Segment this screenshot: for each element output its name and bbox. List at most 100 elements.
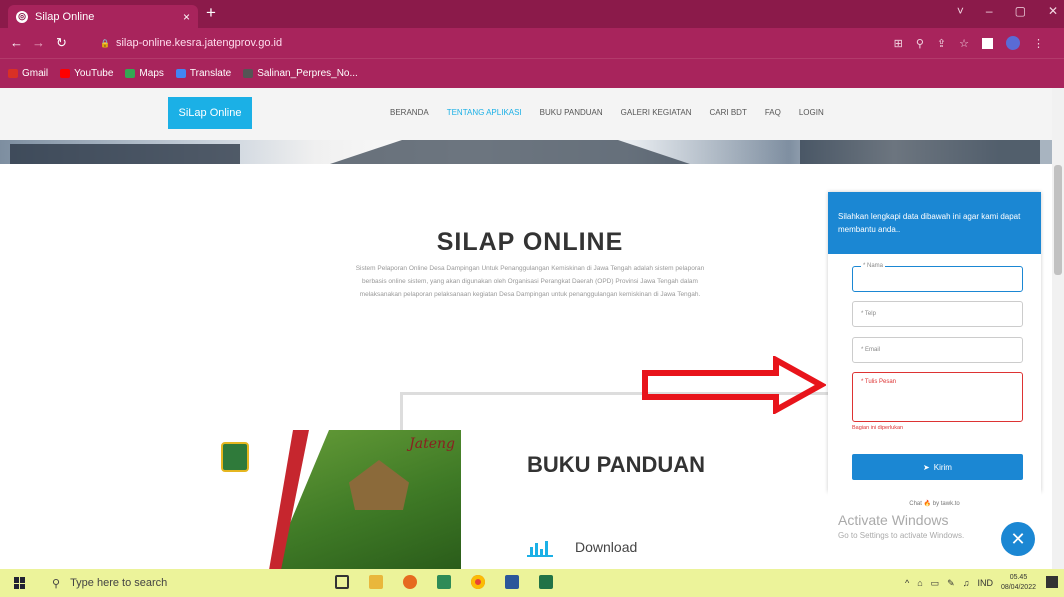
bookmark-item[interactable]: Gmail bbox=[8, 68, 48, 79]
bookmark-icon bbox=[60, 69, 71, 78]
taskbar-apps bbox=[335, 575, 553, 589]
windows-taskbar: ⚲ Type here to search ^ ⌂ ▭ ✎ ♫ IND 05.4… bbox=[0, 569, 1064, 597]
zoom-icon[interactable]: ⚲ bbox=[916, 37, 924, 50]
tab-close-icon[interactable]: × bbox=[183, 10, 190, 24]
window-controls: ˅ – ▢ ✕ bbox=[957, 4, 1058, 18]
url-field[interactable]: 🔒 silap-online.kesra.jatengprov.go.id bbox=[92, 32, 882, 54]
sidepanel-icon[interactable] bbox=[982, 37, 993, 49]
nav-item[interactable]: TENTANG APLIKASI bbox=[447, 108, 522, 117]
date: 08/04/2022 bbox=[1000, 584, 1036, 591]
watermark-title: Activate Windows bbox=[838, 512, 949, 528]
nav-item[interactable]: BUKU PANDUAN bbox=[540, 108, 603, 117]
chat-close-button[interactable]: ✕ bbox=[1001, 522, 1035, 556]
building-graphic bbox=[10, 144, 240, 164]
error-message: Bagian ini diperlukan bbox=[852, 425, 904, 431]
bookmark-label: Translate bbox=[189, 68, 232, 79]
battery-icon[interactable]: ▭ bbox=[931, 578, 940, 589]
bookmark-item[interactable]: YouTube bbox=[60, 68, 113, 79]
bookmarks-bar: Gmail YouTube Maps Translate Salinan_Perpres… bbox=[0, 58, 1064, 88]
tab-search-icon[interactable]: ˅ bbox=[957, 4, 964, 18]
photos-icon[interactable] bbox=[437, 575, 451, 589]
forward-icon[interactable]: → bbox=[32, 35, 45, 50]
bookmark-label: YouTube bbox=[74, 68, 114, 79]
firefox-icon[interactable] bbox=[403, 575, 417, 589]
activate-windows-watermark: Activate Windows Go to Settings to activ… bbox=[838, 512, 964, 540]
app-description: Sistem Pelaporan Online Desa Dampingan U… bbox=[355, 265, 705, 298]
reload-icon[interactable]: ↻ bbox=[56, 35, 67, 51]
new-tab-button[interactable]: + bbox=[206, 3, 216, 23]
message-label: * Tulis Pesan bbox=[861, 379, 897, 385]
language-indicator[interactable]: IND bbox=[977, 578, 993, 588]
word-icon[interactable] bbox=[505, 575, 519, 589]
nav-item[interactable]: BERANDA bbox=[390, 108, 429, 117]
submit-label: Kirim bbox=[933, 462, 952, 472]
bookmark-item[interactable]: Salinan_Perpres_No... bbox=[243, 68, 358, 79]
chrome-icon[interactable] bbox=[471, 575, 485, 589]
minimize-icon[interactable]: – bbox=[986, 4, 993, 18]
form-header: Silahkan lengkapi data dibawah ini agar … bbox=[828, 192, 1041, 254]
bookmark-icon bbox=[125, 69, 136, 78]
message-field[interactable]: * Tulis Pesan bbox=[852, 372, 1023, 422]
page-scrollbar[interactable] bbox=[1052, 88, 1064, 569]
network-icon[interactable]: ⌂ bbox=[917, 578, 922, 588]
phone-field[interactable]: * Telp bbox=[852, 301, 1023, 327]
site-logo[interactable]: SiLap Online bbox=[168, 97, 252, 129]
bookmark-item[interactable]: Maps bbox=[125, 68, 164, 79]
page-title: SILAP ONLINE bbox=[436, 228, 624, 256]
nav-item[interactable]: FAQ bbox=[765, 108, 781, 117]
bookmark-label: Salinan_Perpres_No... bbox=[257, 68, 358, 79]
taskbar-search[interactable]: ⚲ Type here to search bbox=[52, 577, 167, 590]
red-arrow-annotation bbox=[642, 356, 826, 414]
maximize-icon[interactable]: ▢ bbox=[1015, 4, 1026, 18]
notification-icon[interactable] bbox=[1046, 576, 1058, 588]
phone-label: * Telp bbox=[861, 311, 876, 317]
address-actions: ⊞ ⚲ ⇪ ☆ ⋮ bbox=[894, 36, 1044, 50]
bookmark-item[interactable]: Translate bbox=[175, 68, 232, 79]
globe-icon: ◎ bbox=[16, 10, 28, 23]
section-title: BUKU PANDUAN bbox=[527, 452, 706, 477]
email-label: * Email bbox=[861, 347, 881, 353]
province-crest-icon bbox=[221, 442, 249, 472]
browser-tab[interactable]: ◎ Silap Online × bbox=[8, 5, 198, 28]
bookmark-star-icon[interactable]: ☆ bbox=[959, 37, 969, 50]
header-banner-image bbox=[0, 140, 1052, 164]
email-field[interactable]: * Email bbox=[852, 337, 1023, 363]
submit-button[interactable]: ➤ Kirim bbox=[852, 454, 1023, 480]
bookmark-icon bbox=[175, 69, 186, 78]
excel-icon[interactable] bbox=[539, 575, 553, 589]
time: 05.45 bbox=[1009, 574, 1028, 581]
bookmark-label: Gmail bbox=[22, 68, 49, 79]
scrollbar-thumb[interactable] bbox=[1054, 165, 1062, 275]
volume-icon[interactable]: ♫ bbox=[963, 578, 970, 588]
url-text: silap-online.kesra.jatengprov.go.id bbox=[115, 37, 283, 49]
search-icon: ⚲ bbox=[52, 577, 61, 590]
menu-icon[interactable]: ⋮ bbox=[1033, 37, 1044, 50]
tray-chevron-icon[interactable]: ^ bbox=[905, 578, 909, 588]
pen-icon[interactable]: ✎ bbox=[947, 578, 955, 589]
send-icon: ➤ bbox=[923, 462, 930, 472]
tab-title: Silap Online bbox=[35, 10, 95, 23]
download-label: Download bbox=[575, 539, 638, 555]
building-graphic bbox=[330, 140, 690, 164]
windows-start-icon[interactable] bbox=[14, 577, 26, 589]
nav-item[interactable]: GALERI KEGIATAN bbox=[621, 108, 692, 117]
file-explorer-icon[interactable] bbox=[369, 575, 383, 589]
nav-item[interactable]: CARI BDT bbox=[710, 108, 747, 117]
close-window-icon[interactable]: ✕ bbox=[1048, 4, 1058, 18]
download-link[interactable]: Download bbox=[527, 537, 637, 557]
lock-icon: 🔒 bbox=[100, 38, 110, 48]
translate-icon[interactable]: ⊞ bbox=[894, 37, 903, 50]
hut-graphic bbox=[349, 460, 409, 510]
bar-chart-icon bbox=[527, 537, 553, 557]
back-icon[interactable]: ← bbox=[10, 35, 23, 50]
search-placeholder: Type here to search bbox=[70, 577, 168, 589]
share-icon[interactable]: ⇪ bbox=[937, 37, 946, 50]
profile-avatar[interactable] bbox=[1006, 36, 1020, 50]
name-label: * Nama bbox=[861, 263, 886, 269]
name-field[interactable]: * Nama bbox=[852, 263, 1023, 292]
nav-item[interactable]: LOGIN bbox=[799, 108, 824, 117]
building-graphic bbox=[800, 140, 1040, 164]
task-view-icon[interactable] bbox=[335, 575, 349, 589]
system-tray: ^ ⌂ ▭ ✎ ♫ IND 05.45 08/04/2022 bbox=[905, 573, 1036, 593]
clock[interactable]: 05.45 08/04/2022 bbox=[1001, 573, 1036, 593]
